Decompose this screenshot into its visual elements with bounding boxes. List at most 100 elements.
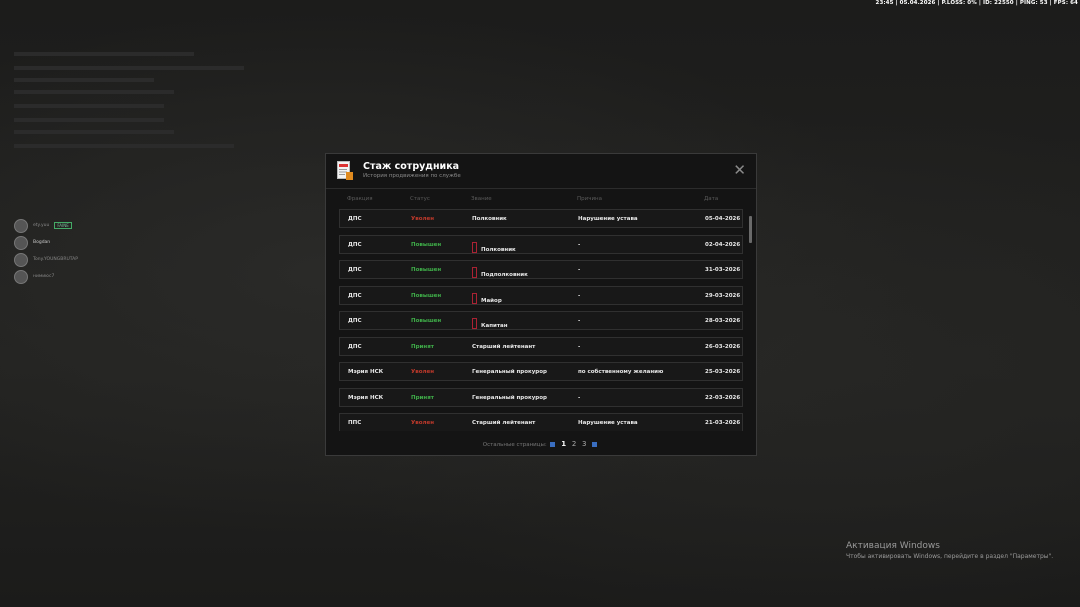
cell-faction: ДПС	[348, 267, 362, 273]
pagination-label: Остальные страницы:	[482, 442, 547, 448]
player-name: Bogdan	[33, 240, 51, 245]
cell-faction: ППС	[348, 420, 362, 426]
chat-bg-line	[14, 90, 174, 94]
history-table[interactable]: ДПС Уволен Полковник Нарушение устава 05-04-…	[339, 209, 745, 431]
rank-insignia-icon	[472, 318, 477, 329]
table-row[interactable]: ДПС Повышен Полковник - 02-04-2026	[339, 234, 743, 254]
cell-status: Уволен	[411, 420, 435, 426]
table-row[interactable]: ДПС Принят Старший лейтенант - 26-03-2026	[339, 336, 743, 356]
scrollbar[interactable]	[749, 216, 752, 243]
close-icon[interactable]: ✕	[733, 163, 746, 178]
chat-bg-line	[14, 118, 164, 122]
page-button[interactable]: 1	[561, 440, 566, 448]
windows-activation-title: Активация Windows	[846, 541, 940, 551]
table-row[interactable]: ППС Уволен Старший лейтенант Нарушение уста…	[339, 413, 743, 431]
cell-faction: Мэрия НСК	[348, 369, 384, 375]
modal-header: Стаж сотрудника История продвижения по с…	[326, 154, 756, 189]
table-row[interactable]: ДПС Повышен Майор - 29-03-2026	[339, 285, 743, 305]
cell-faction: ДПС	[348, 343, 362, 350]
document-badge-icon	[337, 161, 353, 180]
column-faction: Фракция	[347, 196, 373, 202]
cell-status: Повышен	[411, 318, 442, 324]
avatar	[14, 252, 28, 267]
cell-date: 25-03-2026	[705, 369, 741, 375]
cell-status: Принят	[411, 343, 434, 350]
player-item: нимиюс7	[14, 268, 78, 285]
next-page-button[interactable]	[592, 441, 598, 447]
cell-status: Повышен	[411, 292, 442, 299]
cell-reason: по собственному желанию	[578, 369, 664, 375]
cell-date: 28-03-2026	[705, 318, 741, 324]
cell-rank: Полковник	[472, 216, 507, 222]
table-row[interactable]: ДПС Уволен Полковник Нарушение устава 05-04-…	[339, 209, 743, 228]
player-name: ety.yuu	[33, 223, 50, 228]
rank-text: Подполковник	[481, 272, 528, 278]
cell-rank: Старший лейтенант	[472, 343, 536, 350]
player-name: нимиюс7	[33, 274, 55, 279]
cell-rank: Майор	[472, 292, 502, 304]
page-button[interactable]: 3	[582, 440, 586, 448]
avatar	[14, 269, 28, 284]
cell-faction: ДПС	[348, 216, 362, 222]
cell-rank: Генеральный прокурор	[472, 369, 547, 375]
rank-text: Майор	[481, 297, 502, 304]
cell-rank: Генеральный прокурор	[472, 394, 547, 401]
windows-activation-watermark: Активация Windows Чтобы активировать Win…	[846, 541, 1053, 560]
player-item: ety.yuu FAINE	[14, 217, 78, 234]
player-name: Tony.YOUNGBRUTAP	[33, 257, 78, 262]
table-row[interactable]: Мэрия НСК Принят Генеральный прокурор - 22-0…	[339, 387, 743, 407]
cell-reason: -	[578, 394, 581, 401]
rank-insignia-icon	[472, 267, 477, 278]
cell-reason: Нарушение устава	[578, 216, 638, 222]
column-reason: Причина	[577, 196, 602, 202]
cell-reason: Нарушение устава	[578, 420, 638, 426]
column-date: Дата	[704, 196, 719, 202]
cell-faction: Мэрия НСК	[348, 394, 384, 401]
chat-bg-line	[14, 130, 174, 134]
windows-activation-subtitle: Чтобы активировать Windows, перейдите в …	[846, 553, 1054, 560]
player-item: Bogdan	[14, 234, 78, 251]
pagination: Остальные страницы: 1 2 3	[326, 440, 756, 448]
prev-page-button[interactable]	[550, 441, 556, 447]
cell-status: Принят	[411, 394, 434, 401]
cell-reason: -	[578, 267, 581, 273]
player-list: ety.yuu FAINE Bogdan Tony.YOUNGBRUTAP ни…	[14, 217, 78, 285]
cell-status: Уволен	[411, 369, 435, 375]
avatar	[14, 218, 28, 233]
cell-date: 05-04-2026	[705, 216, 741, 222]
modal-subtitle: История продвижения по службе	[363, 173, 461, 179]
cell-rank: Полковник	[472, 241, 516, 253]
rank-insignia-icon	[472, 241, 477, 253]
cell-rank: Старший лейтенант	[472, 420, 536, 426]
page-button[interactable]: 2	[572, 440, 576, 448]
cell-status: Повышен	[411, 267, 442, 273]
cell-faction: ДПС	[348, 241, 362, 248]
cell-date: 31-03-2026	[705, 267, 741, 273]
cell-status: Уволен	[411, 216, 435, 222]
cell-faction: ДПС	[348, 318, 362, 324]
rank-text: Полковник	[481, 246, 516, 253]
cell-date: 02-04-2026	[705, 241, 741, 248]
rank-text: Капитан	[481, 323, 508, 329]
table-row[interactable]: ДПС Повышен Подполковник - 31-03-2026	[339, 260, 743, 279]
cell-date: 21-03-2026	[705, 420, 741, 426]
player-tag: FAINE	[54, 222, 72, 229]
table-row[interactable]: ДПС Повышен Капитан - 28-03-2026	[339, 311, 743, 330]
column-status: Статус	[410, 196, 430, 202]
cell-date: 26-03-2026	[705, 343, 741, 350]
cell-date: 29-03-2026	[705, 292, 741, 299]
avatar	[14, 235, 28, 250]
chat-bg-line	[14, 52, 194, 56]
cell-rank: Капитан	[472, 318, 508, 329]
cell-reason: -	[578, 292, 581, 299]
modal-title: Стаж сотрудника	[363, 161, 460, 172]
chat-bg-line	[14, 104, 164, 108]
column-rank: Звание	[471, 196, 492, 202]
table-row[interactable]: Мэрия НСК Уволен Генеральный прокурор по со…	[339, 362, 743, 381]
cell-reason: -	[578, 343, 581, 350]
cell-reason: -	[578, 318, 581, 324]
employee-tenure-modal: Стаж сотрудника История продвижения по с…	[325, 153, 757, 456]
cell-rank: Подполковник	[472, 267, 528, 278]
player-item: Tony.YOUNGBRUTAP	[14, 251, 78, 268]
cell-status: Повышен	[411, 241, 442, 248]
